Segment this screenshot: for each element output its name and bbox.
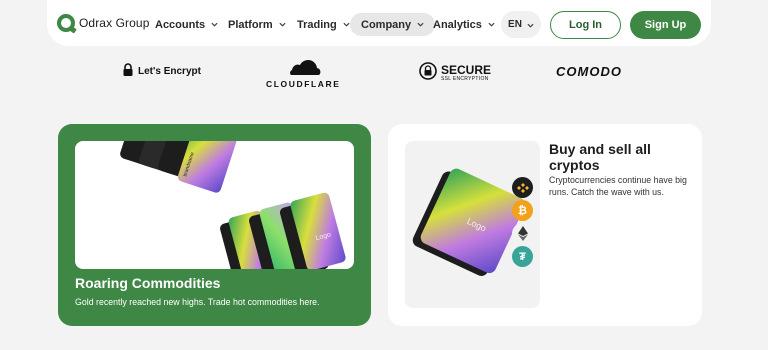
language-selector[interactable]: EN <box>501 11 541 38</box>
lock-circle-icon <box>419 62 437 85</box>
partner-comodo: COMODO <box>556 64 622 79</box>
partner-letsencrypt-label: Let's Encrypt <box>138 66 201 77</box>
chevron-down-icon <box>211 21 218 28</box>
chevron-down-icon <box>279 21 286 28</box>
commodities-card-description: Gold recently reached new highs. Trade h… <box>75 297 320 307</box>
cryptos-card-illustration: Logo ₿ ₮ <box>405 141 540 308</box>
signup-button[interactable]: Sign Up <box>630 11 701 39</box>
chevron-down-icon <box>527 21 534 28</box>
chevron-down-icon <box>417 21 424 28</box>
language-label: EN <box>508 19 522 30</box>
chevron-down-icon <box>343 21 350 28</box>
login-button[interactable]: Log In <box>550 11 621 39</box>
commodities-card-title: Roaring Commodities <box>75 275 221 291</box>
cryptos-card-description: Cryptocurrencies continue have big runs.… <box>549 175 687 197</box>
brand-mark-icon <box>57 14 75 32</box>
nav-platform[interactable]: Platform <box>228 13 286 36</box>
commodities-card-illustration: brandname Logo <box>75 141 354 269</box>
brand-logo[interactable]: Odrax Group <box>57 14 149 32</box>
chevron-down-icon <box>488 21 495 28</box>
nav-company-label: Company <box>361 18 412 31</box>
partner-secure-ssl: SECURE SSL ENCRYPTION <box>419 62 491 85</box>
brand-name: Odrax Group <box>79 16 150 30</box>
top-navbar: Odrax Group Accounts Platform Trading Co… <box>47 0 711 46</box>
partner-cloudflare: CLOUDFLARE <box>266 58 341 89</box>
bitcoin-icon: ₿ <box>512 200 533 221</box>
nav-accounts-label: Accounts <box>155 18 206 31</box>
nav-analytics[interactable]: Analytics <box>433 13 495 36</box>
cryptos-card-title: Buy and sell all cryptos <box>549 141 651 173</box>
nav-trading[interactable]: Trading <box>297 13 350 36</box>
cloud-icon <box>283 58 323 81</box>
ethereum-icon <box>512 223 533 244</box>
tether-icon: ₮ <box>512 246 533 267</box>
partner-secure-label: SECURE <box>441 63 492 77</box>
padlock-icon <box>122 61 134 80</box>
partner-cloudflare-label: CLOUDFLARE <box>266 79 341 89</box>
nav-accounts[interactable]: Accounts <box>155 13 218 36</box>
commodities-card[interactable]: brandname Logo Roaring Commodities Gold … <box>58 124 371 326</box>
nav-trading-label: Trading <box>297 18 337 31</box>
partner-letsencrypt: Let's Encrypt <box>122 61 201 80</box>
nav-analytics-label: Analytics <box>433 18 482 31</box>
nav-company[interactable]: Company <box>350 13 436 36</box>
partner-ssl-label: SSL ENCRYPTION <box>441 76 489 82</box>
binance-coin-icon <box>512 177 533 198</box>
cryptos-card[interactable]: Logo ₿ ₮ Buy and sell all cryptos Crypto… <box>388 124 702 326</box>
nav-platform-label: Platform <box>228 18 273 31</box>
